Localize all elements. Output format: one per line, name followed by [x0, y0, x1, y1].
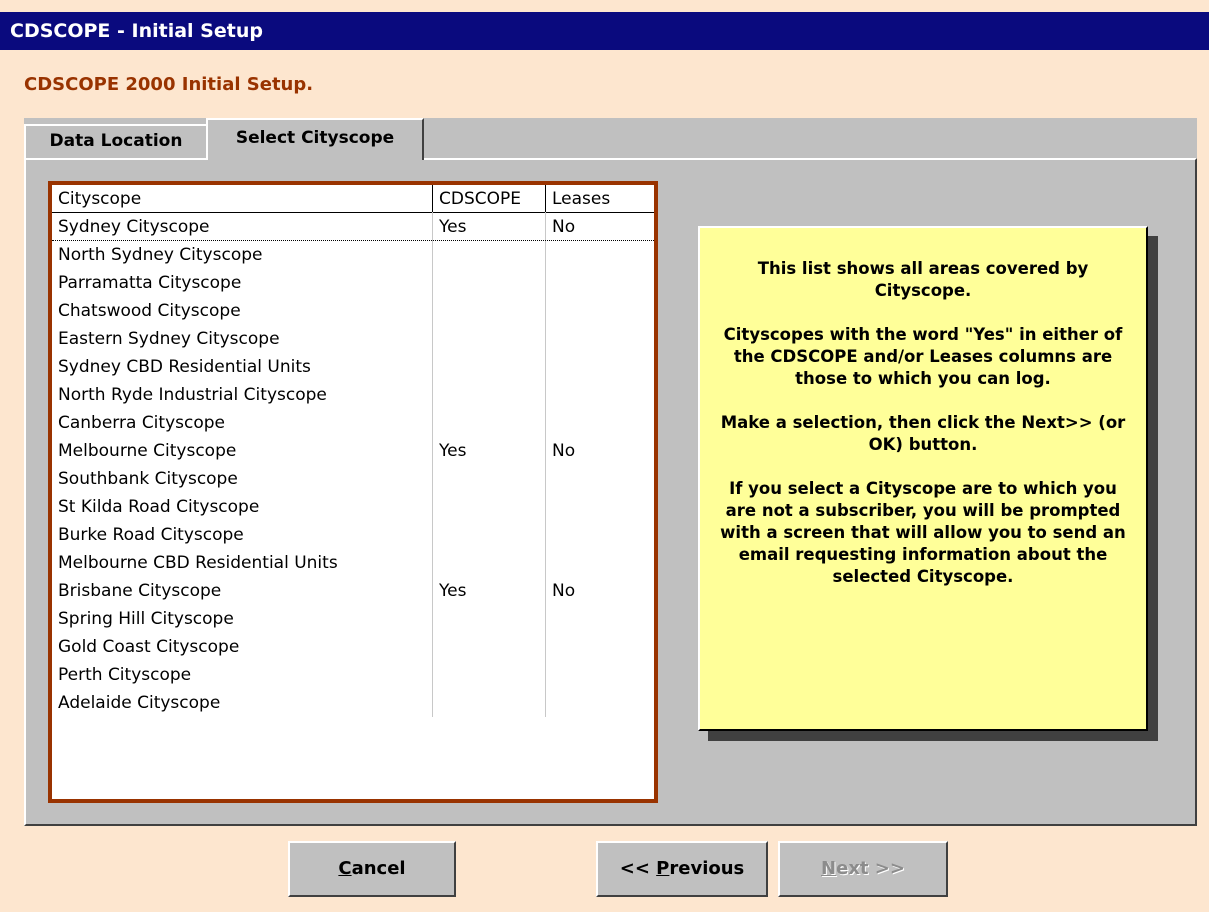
- row-leases: [545, 381, 654, 409]
- previous-button[interactable]: << Previous: [596, 841, 768, 897]
- list-row[interactable]: Sydney Cityscope Yes No: [52, 213, 654, 241]
- row-cityscope: Sydney Cityscope: [58, 217, 210, 237]
- list-row[interactable]: North Ryde Industrial Cityscope: [52, 381, 654, 409]
- page-heading: CDSCOPE 2000 Initial Setup.: [24, 74, 314, 95]
- row-leases: [545, 605, 654, 633]
- help-note: This list shows all areas covered by Cit…: [698, 226, 1148, 731]
- column-header-cityscope[interactable]: Cityscope: [52, 185, 432, 212]
- list-row[interactable]: Perth Cityscope: [52, 661, 654, 689]
- list-header: Cityscope CDSCOPE Leases: [52, 185, 654, 213]
- row-cityscope: Brisbane Cityscope: [58, 581, 222, 601]
- next-accelerator: N: [821, 858, 837, 879]
- row-leases: No: [545, 213, 654, 240]
- list-row[interactable]: Burke Road Cityscope: [52, 521, 654, 549]
- setup-window: CDSCOPE - Initial Setup CDSCOPE 2000 Ini…: [0, 0, 1209, 912]
- row-cdscope: [432, 381, 545, 409]
- row-cdscope: [432, 241, 545, 269]
- window-title: CDSCOPE - Initial Setup: [0, 12, 1209, 50]
- row-cityscope: North Sydney Cityscope: [58, 245, 263, 265]
- previous-label: revious: [669, 858, 745, 879]
- row-cityscope: Canberra Cityscope: [58, 413, 225, 433]
- row-cityscope: North Ryde Industrial Cityscope: [58, 385, 327, 405]
- row-leases: [545, 633, 654, 661]
- row-leases: [545, 241, 654, 269]
- previous-accelerator: P: [656, 858, 670, 879]
- row-cityscope: Melbourne Cityscope: [58, 441, 237, 461]
- list-row[interactable]: Brisbane Cityscope Yes No: [52, 577, 654, 605]
- row-leases: [545, 325, 654, 353]
- row-cdscope: [432, 549, 545, 577]
- list-row[interactable]: Parramatta Cityscope: [52, 269, 654, 297]
- row-cityscope: Adelaide Cityscope: [58, 693, 221, 713]
- row-cdscope: [432, 605, 545, 633]
- list-row[interactable]: St Kilda Road Cityscope: [52, 493, 654, 521]
- row-cdscope: [432, 465, 545, 493]
- row-leases: No: [545, 437, 654, 465]
- row-cityscope: Parramatta Cityscope: [58, 273, 242, 293]
- list-row[interactable]: Sydney CBD Residential Units: [52, 353, 654, 381]
- row-cityscope: Sydney CBD Residential Units: [58, 357, 311, 377]
- list-row[interactable]: Melbourne CBD Residential Units: [52, 549, 654, 577]
- list-row[interactable]: Gold Coast Cityscope: [52, 633, 654, 661]
- row-cityscope: Melbourne CBD Residential Units: [58, 553, 338, 573]
- cancel-accelerator: C: [338, 858, 352, 879]
- row-cityscope: Eastern Sydney Cityscope: [58, 329, 280, 349]
- list-row[interactable]: Eastern Sydney Cityscope: [52, 325, 654, 353]
- column-header-leases[interactable]: Leases: [545, 185, 654, 212]
- list-rows: Sydney Cityscope Yes No North Sydney Cit…: [52, 213, 654, 717]
- list-row[interactable]: North Sydney Cityscope: [52, 241, 654, 269]
- tab-select-cityscope[interactable]: Select Cityscope: [206, 118, 424, 160]
- row-cdscope: [432, 493, 545, 521]
- row-cityscope: Chatswood Cityscope: [58, 301, 241, 321]
- row-leases: [545, 269, 654, 297]
- list-row[interactable]: Canberra Cityscope: [52, 409, 654, 437]
- help-text-2: Cityscopes with the word "Yes" in either…: [723, 325, 1123, 388]
- row-cdscope: Yes: [432, 213, 545, 240]
- row-leases: [545, 465, 654, 493]
- column-header-cdscope[interactable]: CDSCOPE: [432, 185, 545, 212]
- tab-data-location[interactable]: Data Location: [24, 124, 208, 158]
- cancel-label: ancel: [351, 858, 406, 879]
- row-cdscope: [432, 269, 545, 297]
- row-leases: [545, 661, 654, 689]
- cityscope-list[interactable]: Cityscope CDSCOPE Leases Sydney Cityscop…: [48, 181, 658, 803]
- row-cdscope: [432, 689, 545, 717]
- next-label: ext >>: [836, 858, 905, 879]
- row-leases: [545, 493, 654, 521]
- row-cdscope: [432, 409, 545, 437]
- row-cdscope: Yes: [432, 577, 545, 605]
- row-cdscope: [432, 297, 545, 325]
- row-cityscope: St Kilda Road Cityscope: [58, 497, 260, 517]
- row-leases: [545, 549, 654, 577]
- row-cityscope: Spring Hill Cityscope: [58, 609, 234, 629]
- row-cityscope: Perth Cityscope: [58, 665, 192, 685]
- help-text-3: Make a selection, then click the Next>> …: [720, 413, 1126, 454]
- row-leases: [545, 353, 654, 381]
- row-cityscope: Southbank Cityscope: [58, 469, 238, 489]
- row-cdscope: [432, 521, 545, 549]
- row-cdscope: [432, 661, 545, 689]
- list-row[interactable]: Adelaide Cityscope: [52, 689, 654, 717]
- previous-prefix: <<: [619, 858, 657, 879]
- row-cityscope: Gold Coast Cityscope: [58, 637, 240, 657]
- row-leases: No: [545, 577, 654, 605]
- row-leases: [545, 521, 654, 549]
- list-row[interactable]: Spring Hill Cityscope: [52, 605, 654, 633]
- list-row[interactable]: Chatswood Cityscope: [52, 297, 654, 325]
- list-row[interactable]: Southbank Cityscope: [52, 465, 654, 493]
- row-cdscope: [432, 353, 545, 381]
- row-leases: [545, 297, 654, 325]
- list-row[interactable]: Melbourne Cityscope Yes No: [52, 437, 654, 465]
- row-leases: [545, 409, 654, 437]
- row-cdscope: [432, 325, 545, 353]
- row-cityscope: Burke Road Cityscope: [58, 525, 244, 545]
- row-cdscope: Yes: [432, 437, 545, 465]
- row-cdscope: [432, 633, 545, 661]
- help-text-4: If you select a Cityscope are to which y…: [720, 479, 1126, 586]
- help-text-1: This list shows all areas covered by Cit…: [757, 259, 1089, 300]
- next-button[interactable]: Next >>: [778, 841, 948, 897]
- cancel-button[interactable]: Cancel: [288, 841, 456, 897]
- row-leases: [545, 689, 654, 717]
